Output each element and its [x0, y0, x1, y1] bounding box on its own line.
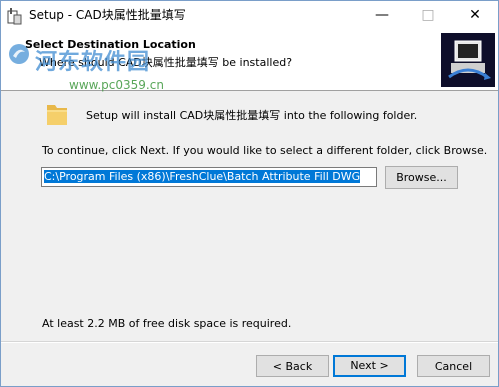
watermark-site-url: www.pc0359.cn [69, 78, 164, 92]
setup-window: Setup - CAD块属性批量填写 — □ ✕ Select Destinat… [0, 0, 499, 387]
maximize-button[interactable]: □ [405, 1, 451, 31]
browse-button[interactable]: Browse... [385, 166, 458, 189]
instruction-text: To continue, click Next. If you would li… [42, 144, 488, 157]
page-title: Select Destination Location [25, 38, 196, 51]
title-bar[interactable]: Setup - CAD块属性批量填写 — □ ✕ [1, 1, 498, 31]
folder-icon [47, 105, 67, 125]
back-button[interactable]: < Back [256, 355, 329, 377]
disk-space-text: At least 2.2 MB of free disk space is re… [42, 317, 292, 330]
install-location-text: Setup will install CAD块属性批量填写 into the f… [86, 109, 418, 122]
destination-path-input[interactable]: C:\Program Files (x86)\FreshClue\Batch A… [41, 167, 377, 187]
window-title: Setup - CAD块属性批量填写 [29, 8, 186, 22]
minimize-button[interactable]: — [359, 1, 405, 31]
next-button[interactable]: Next > [333, 355, 406, 377]
cancel-button[interactable]: Cancel [417, 355, 490, 377]
footer-divider [1, 341, 498, 343]
page-subtitle: Where should CAD块属性批量填写 be installed? [39, 56, 293, 69]
wizard-computer-icon [441, 33, 495, 87]
wizard-header: Select Destination Location Where should… [1, 31, 498, 92]
setup-app-icon [7, 8, 22, 25]
close-button[interactable]: ✕ [452, 1, 498, 31]
destination-path-value: C:\Program Files (x86)\FreshClue\Batch A… [44, 170, 361, 183]
